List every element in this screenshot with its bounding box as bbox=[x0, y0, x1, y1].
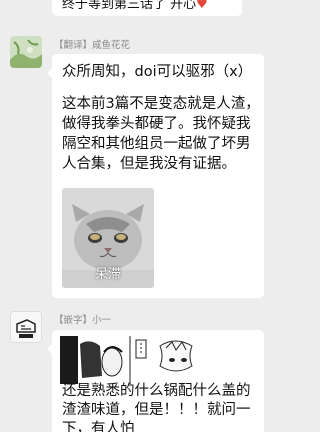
sender-name: 【翻译】咸鱼花花 bbox=[54, 40, 131, 51]
message-text: 终于等到第三话了 开心♥ bbox=[62, 0, 208, 16]
message-paragraph: 这本前3篇不是变态就是人渣，做得我拳头都硬了。我怀疑我隔空和其他组员一起做了坏男… bbox=[62, 96, 260, 172]
message-bubble[interactable]: 还是熟悉的什么锅配什么盖的渣渣味道，但是！！！就问一下，有人怕 bbox=[47, 330, 264, 432]
message-bubble[interactable]: 众所周知，doi可以驱邪（x） 这本前3篇不是变态就是人渣，做得我拳头都硬了。我… bbox=[47, 54, 264, 298]
message-line: 众所周知，doi可以驱邪（x） bbox=[62, 64, 253, 80]
heart-emoji-icon: ♥ bbox=[196, 0, 208, 12]
avatar[interactable] bbox=[10, 311, 42, 343]
sticker-caption: 呆滞 bbox=[94, 267, 121, 282]
sender-name: 【嵌字】小一 bbox=[54, 315, 112, 326]
message-bubble-top[interactable]: 终于等到第三话了 开心♥ bbox=[52, 0, 242, 16]
manga-panel-image[interactable] bbox=[60, 336, 210, 384]
message-paragraph: 还是熟悉的什么锅配什么盖的渣渣味道，但是！！！就问一下，有人怕 bbox=[62, 383, 251, 432]
avatar[interactable] bbox=[10, 36, 42, 68]
cat-sticker-image[interactable]: 呆滞 bbox=[62, 188, 154, 288]
